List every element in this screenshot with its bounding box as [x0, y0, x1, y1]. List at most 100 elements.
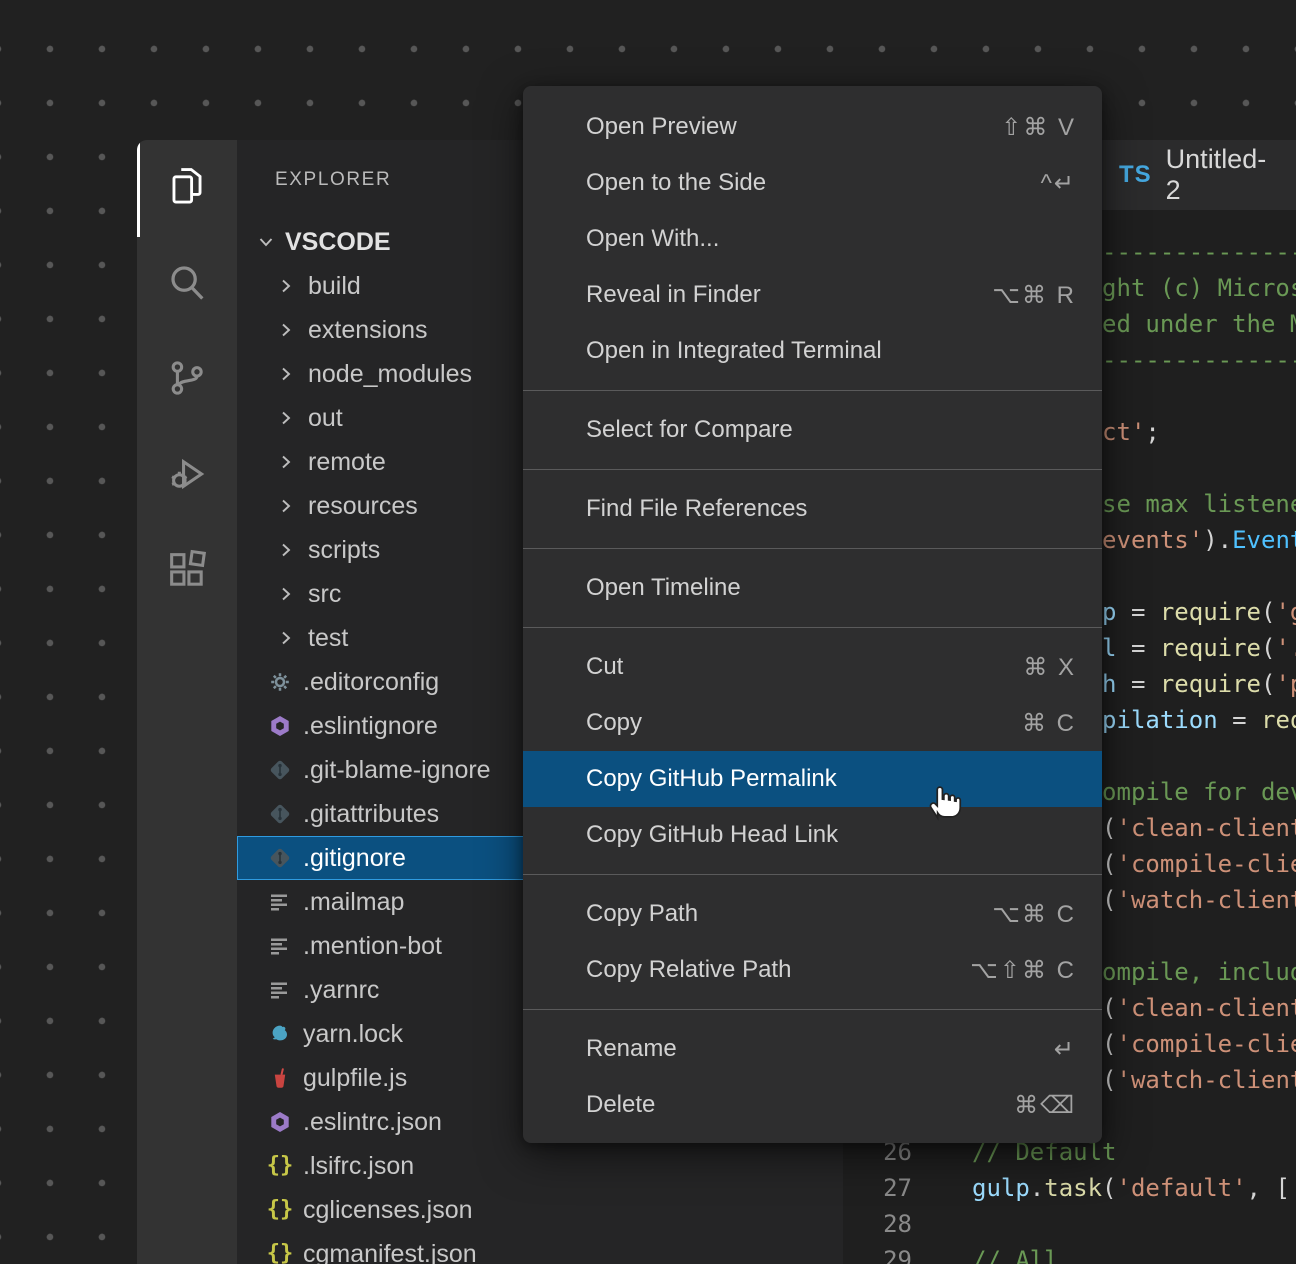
lines-file-icon	[268, 890, 292, 914]
tab-untitled-2[interactable]: TS Untitled-2	[1093, 140, 1296, 210]
file-label: .gitignore	[303, 844, 406, 873]
activity-bar-item-run-and-debug[interactable]	[137, 428, 237, 524]
file-label: .mailmap	[303, 888, 404, 917]
line-number: 28	[843, 1206, 912, 1242]
chevron-right-icon	[276, 364, 296, 384]
menu-item-shortcut: ⌥⌘ C	[992, 900, 1076, 929]
file-label: yarn.lock	[303, 1020, 403, 1049]
activity-bar-item-source-control[interactable]	[137, 332, 237, 428]
menu-item-rename[interactable]: Rename ↵	[523, 1021, 1102, 1077]
menu-item-copy-github-head-link[interactable]: Copy GitHub Head Link	[523, 807, 1102, 863]
braces-file-icon: {}	[268, 1198, 292, 1222]
menu-item-open-in-integrated-terminal[interactable]: Open in Integrated Terminal	[523, 323, 1102, 379]
activity-bar-item-extensions[interactable]	[137, 524, 237, 620]
menu-item-label: Open to the Side	[586, 169, 766, 197]
menu-item-copy-relative-path[interactable]: Copy Relative Path⌥⇧⌘ C	[523, 942, 1102, 998]
file-label: cglicenses.json	[303, 1196, 473, 1225]
sidebar-title: EXPLORER	[275, 169, 391, 191]
menu-item-shortcut: ⌥⌘ R	[992, 281, 1076, 310]
folder-label: resources	[308, 492, 418, 521]
folder-label: src	[308, 580, 341, 609]
tree-file-cglicenses-json[interactable]: {} cglicenses.json	[237, 1188, 843, 1232]
active-view-indicator	[137, 142, 140, 237]
activity-bar-item-explorer[interactable]	[137, 140, 237, 236]
menu-item-label: Copy GitHub Head Link	[586, 821, 838, 849]
chevron-right-icon	[276, 628, 296, 648]
eslint-file-icon	[268, 1110, 292, 1134]
folder-label: build	[308, 272, 361, 301]
line-number: 27	[843, 1170, 912, 1206]
folder-label: extensions	[308, 316, 428, 345]
lines-file-icon	[268, 934, 292, 958]
menu-item-label: Open in Integrated Terminal	[586, 337, 882, 365]
explorer-icon	[164, 163, 210, 214]
menu-item-open-to-the-side[interactable]: Open to the Side ^↵	[523, 155, 1102, 211]
menu-item-label: Copy Relative Path	[586, 956, 791, 984]
menu-item-open-timeline[interactable]: Open Timeline	[523, 560, 1102, 616]
menu-item-open-preview[interactable]: Open Preview⇧⌘ V	[523, 99, 1102, 155]
tab-label: Untitled-2	[1166, 144, 1270, 206]
menu-item-copy[interactable]: Copy⌘ C	[523, 695, 1102, 751]
chevron-right-icon	[276, 540, 296, 560]
menu-item-shortcut: ⌘ X	[1023, 653, 1076, 682]
menu-item-open-with[interactable]: Open With...	[523, 211, 1102, 267]
menu-item-label: Cut	[586, 653, 623, 681]
file-label: .yarnrc	[303, 976, 379, 1005]
menu-item-label: Select for Compare	[586, 416, 793, 444]
folder-label: test	[308, 624, 348, 653]
braces-file-icon: {}	[268, 1154, 292, 1178]
lines-file-icon	[268, 978, 292, 1002]
menu-item-copy-github-permalink[interactable]: Copy GitHub Permalink	[523, 751, 1102, 807]
chevron-down-icon	[256, 232, 276, 252]
menu-item-cut[interactable]: Cut ⌘ X	[523, 639, 1102, 695]
menu-item-label: Reveal in Finder	[586, 281, 761, 309]
menu-item-find-file-references[interactable]: Find File References	[523, 481, 1102, 537]
file-label: .mention-bot	[303, 932, 442, 961]
chevron-right-icon	[276, 584, 296, 604]
file-label: gulpfile.js	[303, 1064, 407, 1093]
chevron-right-icon	[276, 496, 296, 516]
menu-separator	[523, 627, 1102, 628]
gear-file-icon	[268, 670, 292, 694]
menu-item-label: Open Preview	[586, 113, 737, 141]
activity-bar-item-search[interactable]	[137, 236, 237, 332]
menu-item-copy-path[interactable]: Copy Path ⌥⌘ C	[523, 886, 1102, 942]
file-label: .eslintrc.json	[303, 1108, 442, 1137]
file-label: .gitattributes	[303, 800, 439, 829]
git-file-icon	[268, 846, 292, 870]
menu-item-label: Copy GitHub Permalink	[586, 765, 837, 793]
menu-item-label: Rename	[586, 1035, 677, 1063]
menu-item-shortcut: ^↵	[1041, 169, 1076, 198]
menu-item-label: Copy Path	[586, 900, 698, 928]
tree-file-lsifrc-json[interactable]: {} .lsifrc.json	[237, 1144, 843, 1188]
file-label: .eslintignore	[303, 712, 438, 741]
pointer-cursor-icon	[920, 778, 966, 829]
menu-item-label: Open Timeline	[586, 574, 741, 602]
folder-label: scripts	[308, 536, 380, 565]
file-label: .lsifrc.json	[303, 1152, 414, 1181]
extensions-icon	[164, 547, 210, 598]
typescript-file-icon: TS	[1119, 161, 1152, 189]
file-label: cgmanifest.json	[303, 1240, 477, 1264]
menu-separator	[523, 1009, 1102, 1010]
code-line: 27gulp.task('default', ['compile']);	[843, 1170, 1296, 1206]
file-label: .editorconfig	[303, 668, 439, 697]
menu-separator	[523, 548, 1102, 549]
git-file-icon	[268, 802, 292, 826]
search-icon	[164, 259, 210, 310]
chevron-right-icon	[276, 276, 296, 296]
menu-item-shortcut: ↵	[1054, 1035, 1076, 1064]
menu-item-label: Delete	[586, 1091, 655, 1119]
menu-separator	[523, 469, 1102, 470]
folder-label: out	[308, 404, 343, 433]
tree-file-cgmanifest-json[interactable]: {} cgmanifest.json	[237, 1232, 843, 1264]
braces-file-icon: {}	[268, 1242, 292, 1264]
menu-separator	[523, 874, 1102, 875]
folder-label: remote	[308, 448, 386, 477]
chevron-right-icon	[276, 408, 296, 428]
file-label: .git-blame-ignore	[303, 756, 491, 785]
menu-item-reveal-in-finder[interactable]: Reveal in Finder ⌥⌘ R	[523, 267, 1102, 323]
menu-item-label: Copy	[586, 709, 642, 737]
menu-item-select-for-compare[interactable]: Select for Compare	[523, 402, 1102, 458]
menu-item-delete[interactable]: Delete⌘⌫	[523, 1077, 1102, 1133]
